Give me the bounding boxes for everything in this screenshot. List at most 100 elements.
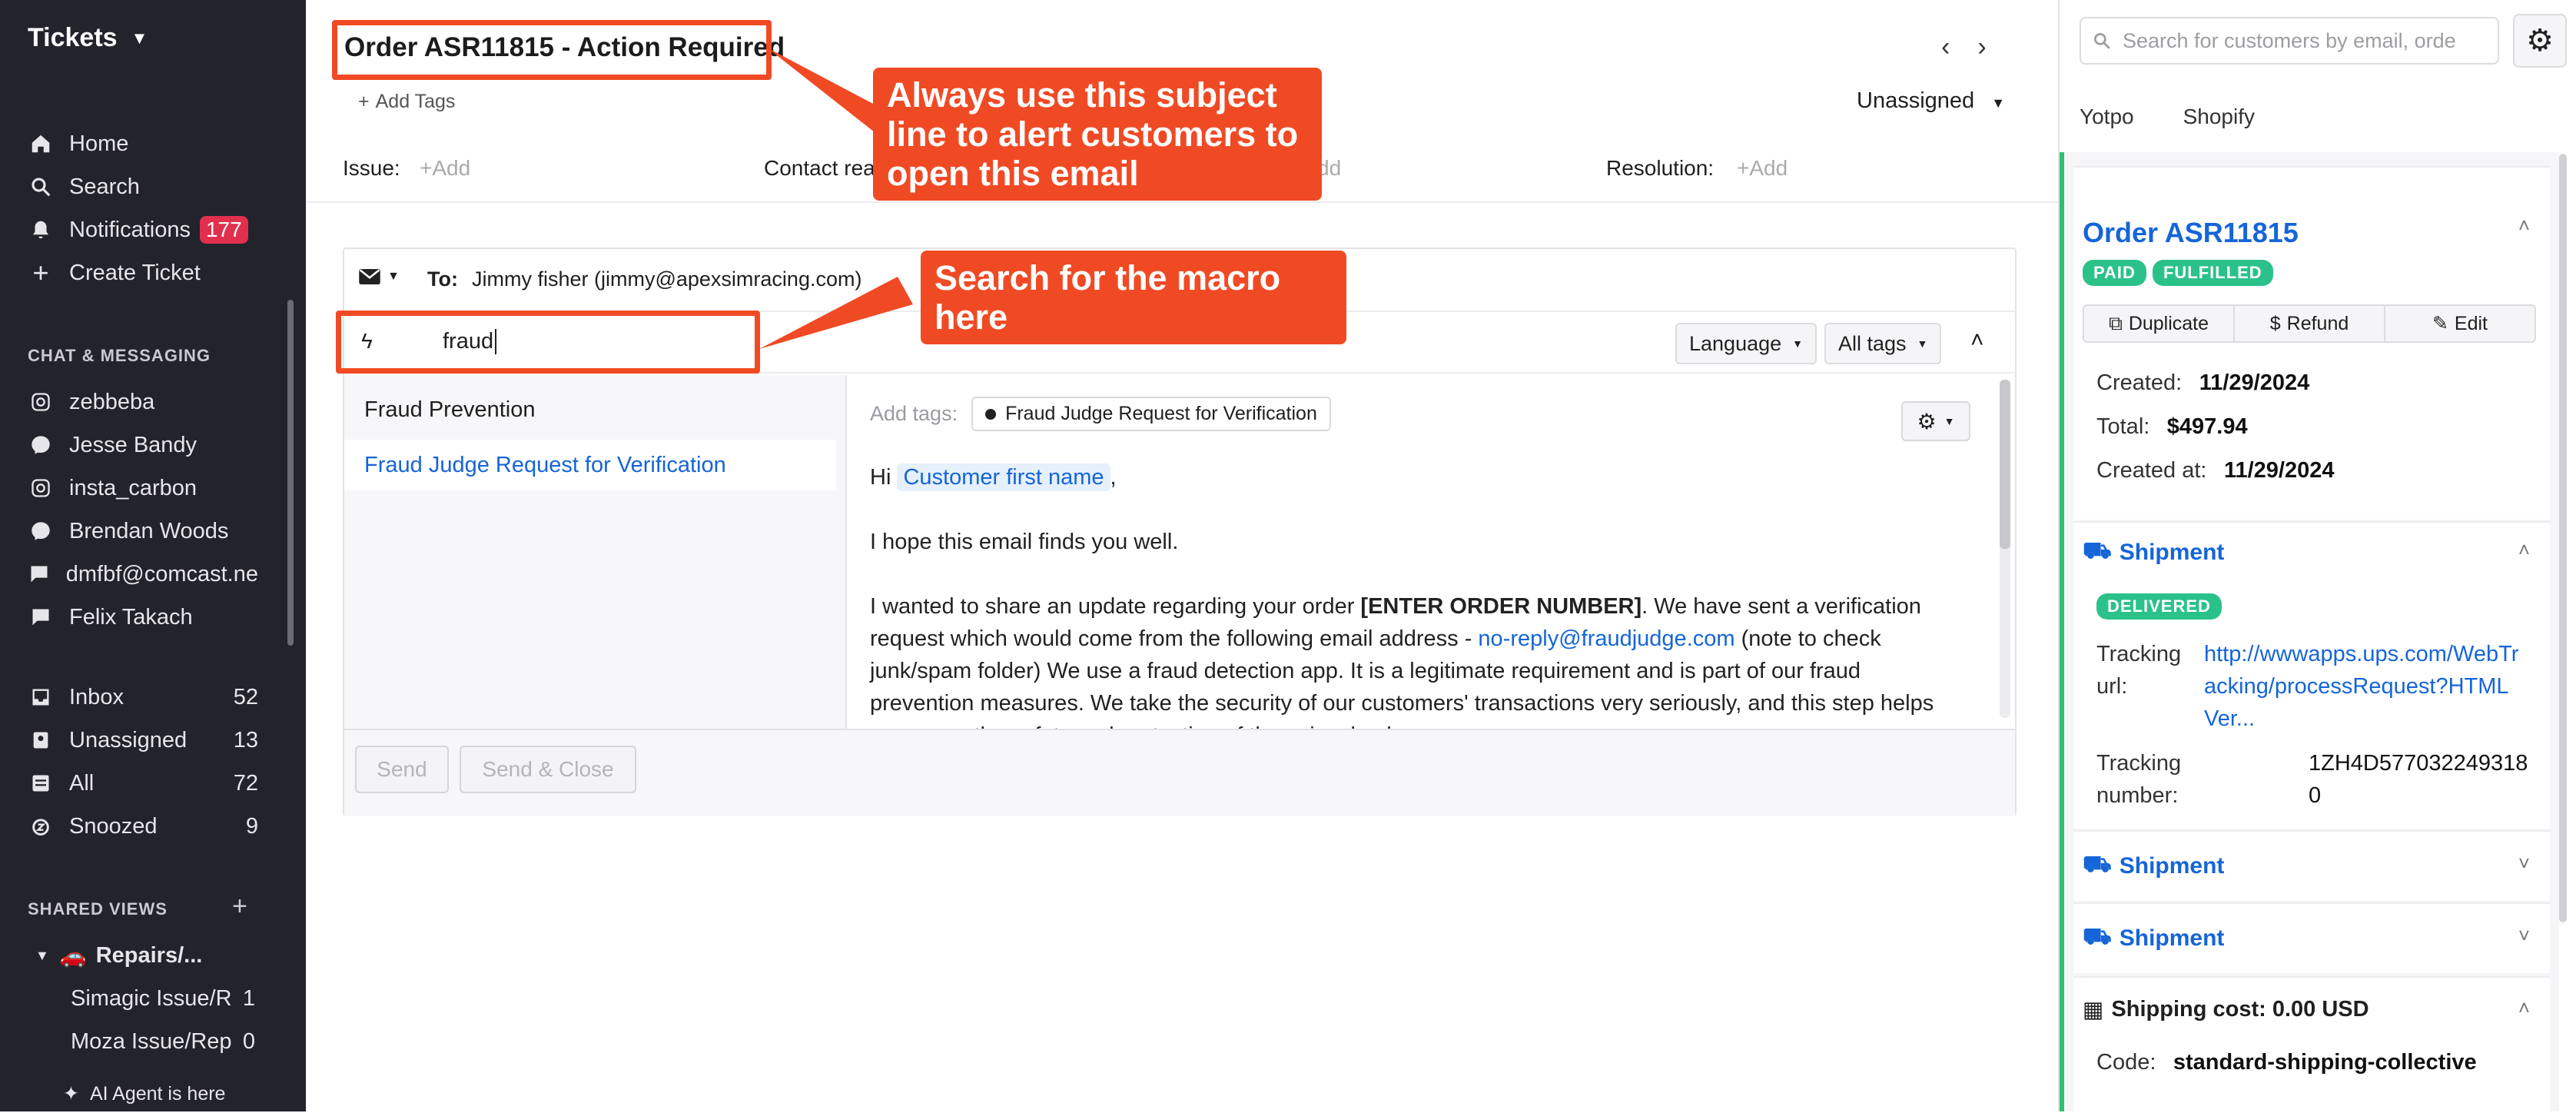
created-at-label: Created at: bbox=[2096, 458, 2207, 483]
subject-callout: Always use this subject line to alert cu… bbox=[873, 68, 1322, 201]
add-view-plus-icon[interactable]: + bbox=[232, 892, 247, 922]
tracking-url-link[interactable]: http://wwwapps.ups.com/WebTracking/proce… bbox=[2204, 638, 2519, 735]
settings-button[interactable]: ⚙ bbox=[2513, 14, 2567, 68]
gear-icon: ⚙ bbox=[1917, 409, 1937, 434]
view-item-inbox[interactable]: Inbox 52 bbox=[28, 678, 258, 716]
shipment-header: ⛟ Shipment bbox=[2083, 852, 2224, 881]
macro-tag-label: Fraud Judge Request for Verification bbox=[1005, 403, 1317, 424]
macro-tag-chip: Fraud Judge Request for Verification bbox=[971, 397, 1331, 431]
created-label: Created: bbox=[2096, 370, 2183, 395]
chevron-up-icon[interactable]: ˄ bbox=[2518, 538, 2530, 562]
send-close-button[interactable]: Send & Close bbox=[460, 746, 636, 793]
view-item-label: Unassigned bbox=[69, 727, 188, 753]
sidebar-item-notifications[interactable]: Notifications 177 bbox=[28, 211, 258, 249]
edit-button[interactable]: ✎ Edit bbox=[2385, 306, 2535, 341]
macro-result-item[interactable]: Fraud Prevention bbox=[344, 384, 836, 435]
ticket-main: Order ASR11815 - Action Required + Add Ta… bbox=[306, 0, 2058, 1111]
tags-filter-dropdown[interactable]: All tags ▼ bbox=[1824, 323, 1942, 364]
sidebar-item-home[interactable]: Home bbox=[28, 125, 258, 163]
sidebar-item-label: Notifications bbox=[69, 217, 191, 242]
chevron-up-icon[interactable]: ˄ bbox=[1970, 327, 1984, 354]
add-tags-label: Add Tags bbox=[375, 91, 456, 112]
add-tags-button[interactable]: + Add Tags bbox=[358, 91, 455, 113]
shipment-title: Shipment bbox=[2119, 540, 2225, 565]
macro-result-item-selected[interactable]: Fraud Judge Request for Verification bbox=[344, 440, 836, 490]
duplicate-button[interactable]: ⧉ Duplicate bbox=[2084, 306, 2235, 341]
shared-folder[interactable]: ▼ 🚗 Repairs/... bbox=[35, 936, 266, 975]
view-item-all[interactable]: All 72 bbox=[28, 764, 258, 802]
shipment-card-collapsed[interactable]: ⛟ Shipment ˅ bbox=[2073, 830, 2550, 901]
customer-search-input[interactable]: Search for customers by email, orde bbox=[2080, 17, 2499, 65]
chat-item[interactable]: dmfbf@comcast.ne bbox=[28, 555, 258, 593]
preview-scrollbar[interactable] bbox=[2000, 380, 2010, 718]
chat-item-label: zebbeba bbox=[69, 389, 155, 414]
sidebar-title-label: Tickets bbox=[28, 23, 118, 52]
chat-item[interactable]: zebbeba bbox=[28, 383, 258, 421]
all-icon bbox=[28, 770, 54, 796]
ticket-nav: ‹ › bbox=[1941, 32, 1987, 62]
order-title[interactable]: Order ASR11815 bbox=[2083, 217, 2299, 249]
shipment-header[interactable]: ⛟ Shipment bbox=[2083, 538, 2224, 567]
caret-down-icon: ▼ bbox=[1944, 415, 1955, 427]
chat-item[interactable]: Brendan Woods bbox=[28, 512, 258, 550]
tracking-number-label: Tracking number: bbox=[2096, 751, 2182, 808]
code-label: Code: bbox=[2096, 1050, 2156, 1075]
chat-item-label: insta_carbon bbox=[69, 475, 198, 500]
refund-button[interactable]: $ Refund bbox=[2235, 306, 2385, 341]
chat-item[interactable]: Felix Takach bbox=[28, 598, 258, 636]
language-label: Language bbox=[1689, 331, 1782, 355]
tracking-number-value: 1ZH4D5770322493180 bbox=[2309, 751, 2528, 808]
sidebar-title[interactable]: Tickets ▼ bbox=[28, 23, 148, 53]
send-button[interactable]: Send bbox=[355, 746, 449, 793]
total-value: $497.94 bbox=[2166, 414, 2248, 439]
tab-yotpo[interactable]: Yotpo bbox=[2080, 105, 2134, 129]
chevron-down-icon[interactable]: ˅ bbox=[2518, 924, 2530, 948]
customer-panel: Search for customers by email, orde ⚙ Yo… bbox=[2058, 0, 2576, 1111]
fraudjudge-email-link[interactable]: no-reply@fraudjudge.com bbox=[1478, 626, 1734, 651]
send-button-row: Send Send & Close bbox=[344, 729, 2015, 816]
issue-add-button[interactable]: +Add bbox=[420, 156, 470, 181]
caret-down-icon: ▼ bbox=[1917, 337, 1928, 350]
resolution-add-button[interactable]: +Add bbox=[1737, 156, 1788, 181]
created-at-value: 11/29/2024 bbox=[2223, 458, 2335, 483]
duplicate-label: Duplicate bbox=[2128, 312, 2209, 334]
tab-shopify[interactable]: Shopify bbox=[2183, 105, 2255, 129]
messenger-icon bbox=[28, 432, 54, 458]
sidebar-scrollbar[interactable] bbox=[287, 300, 294, 646]
language-dropdown[interactable]: Language ▼ bbox=[1675, 323, 1817, 364]
sidebar-item-label: Search bbox=[69, 174, 140, 199]
chevron-down-icon[interactable]: ˅ bbox=[2518, 852, 2530, 875]
view-item-snoozed[interactable]: Snoozed 9 bbox=[28, 807, 258, 846]
shared-view-item[interactable]: Moza Issue/Rep 0 bbox=[71, 1022, 255, 1061]
view-item-unassigned[interactable]: Unassigned 13 bbox=[28, 721, 258, 759]
shared-views-heading: SHARED VIEWS bbox=[28, 899, 168, 919]
envelope-icon bbox=[359, 269, 380, 284]
shared-view-count: 0 bbox=[242, 1028, 255, 1054]
chevron-up-icon[interactable]: ˄ bbox=[2518, 996, 2530, 1020]
chevron-right-icon[interactable]: › bbox=[1977, 32, 1986, 62]
unassigned-icon bbox=[28, 727, 54, 753]
ai-agent-banner[interactable]: ✦ AI Agent is here bbox=[63, 1075, 294, 1113]
chevron-left-icon[interactable]: ‹ bbox=[1941, 32, 1950, 62]
assignee-dropdown[interactable]: Unassigned ▼ bbox=[1857, 88, 2005, 114]
sidebar-item-search[interactable]: Search bbox=[28, 168, 258, 206]
home-icon bbox=[28, 131, 54, 157]
shared-view-label: Simagic Issue/R bbox=[71, 985, 232, 1011]
shipment-card-collapsed[interactable]: ⛟ Shipment ˅ bbox=[2073, 902, 2550, 973]
chat-item[interactable]: Jesse Bandy bbox=[28, 426, 258, 464]
shared-view-item[interactable]: Simagic Issue/R 1 bbox=[71, 979, 255, 1018]
greeting-line: Hi Customer first name, bbox=[870, 461, 1938, 493]
right-panel-scrollbar[interactable] bbox=[2559, 154, 2567, 922]
shipping-cost-header[interactable]: ▦ Shipping cost: 0.00 USD bbox=[2083, 996, 2369, 1023]
total-label: Total: bbox=[2096, 414, 2150, 439]
sidebar-item-create-ticket[interactable]: + Create Ticket bbox=[28, 254, 258, 292]
channel-selector[interactable]: ▼ bbox=[358, 267, 400, 286]
notification-count-badge: 177 bbox=[199, 216, 248, 244]
view-item-count: 9 bbox=[245, 813, 258, 839]
shipment-card: ⛟ Shipment ˄ DELIVERED Tracking url: htt… bbox=[2073, 521, 2550, 829]
chat-item-label: Jesse Bandy bbox=[69, 432, 198, 457]
macro-search-highlight-box bbox=[336, 311, 760, 374]
chat-item[interactable]: insta_carbon bbox=[28, 469, 258, 507]
chevron-up-icon[interactable]: ˄ bbox=[2518, 214, 2530, 238]
macro-settings-button[interactable]: ⚙ ▼ bbox=[1901, 401, 1970, 441]
